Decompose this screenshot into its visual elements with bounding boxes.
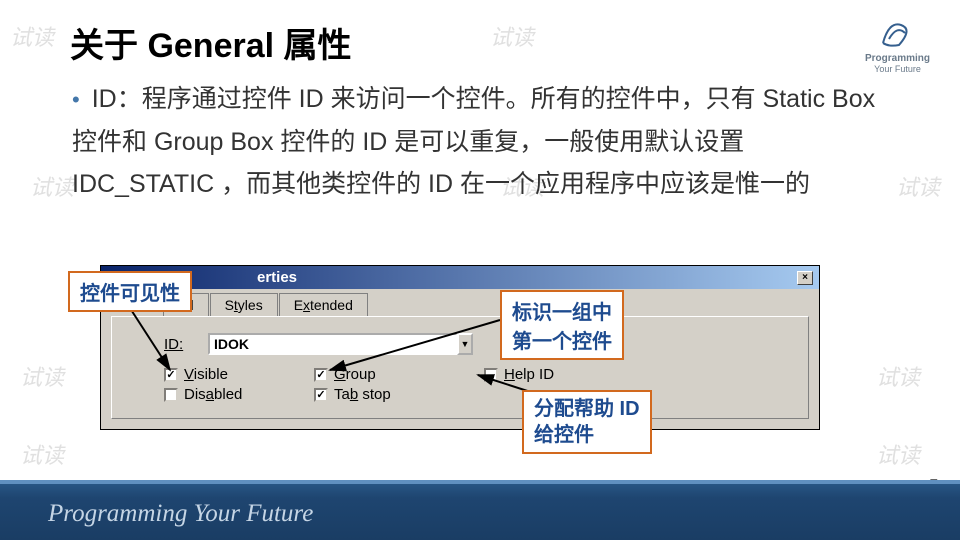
visible-label: Visible <box>184 366 228 383</box>
callout-group: 标识一组中 第一个控件 <box>500 290 624 360</box>
tab-styles[interactable]: Styles <box>210 293 278 316</box>
footer-text: Programming Your Future <box>48 500 313 528</box>
tab-extended[interactable]: Extended <box>279 293 368 316</box>
id-dropdown-button[interactable]: ▼ <box>457 333 473 355</box>
disabled-label: Disabled <box>184 386 242 403</box>
helpid-label: Help ID <box>504 366 554 383</box>
dialog-titlebar: erties × <box>101 266 819 289</box>
callout-helpid: 分配帮助 ID 给控件 <box>522 390 652 454</box>
group-checkbox[interactable] <box>314 368 328 382</box>
group-label: Group <box>334 366 376 383</box>
logo-line2: Your Future <box>865 64 930 74</box>
tabstop-label: Tab stop <box>334 386 391 403</box>
slide-title: 关于 General 属性 <box>70 18 352 67</box>
brand-logo: Programming Your Future <box>865 15 930 74</box>
close-icon[interactable]: × <box>797 271 813 285</box>
properties-dialog: erties × ral Styles Extended ID: ▼ <box>100 265 820 430</box>
helpid-checkbox[interactable] <box>484 368 498 382</box>
id-label: ID: <box>164 336 208 353</box>
visible-checkbox[interactable] <box>164 368 178 382</box>
logo-line1: Programming <box>865 53 930 64</box>
id-input[interactable] <box>208 333 458 355</box>
tabstop-checkbox[interactable] <box>314 388 328 402</box>
tab-panel: ID: ▼ Visible Disabled <box>111 316 809 419</box>
dialog-title-text: erties <box>257 269 797 286</box>
disabled-checkbox[interactable] <box>164 388 178 402</box>
bullet-text: ID：程序通过控件 ID 来访问一个控件。所有的控件中，只有 Static Bo… <box>72 78 892 206</box>
logo-icon <box>879 15 915 51</box>
callout-visibility: 控件可见性 <box>68 271 192 312</box>
